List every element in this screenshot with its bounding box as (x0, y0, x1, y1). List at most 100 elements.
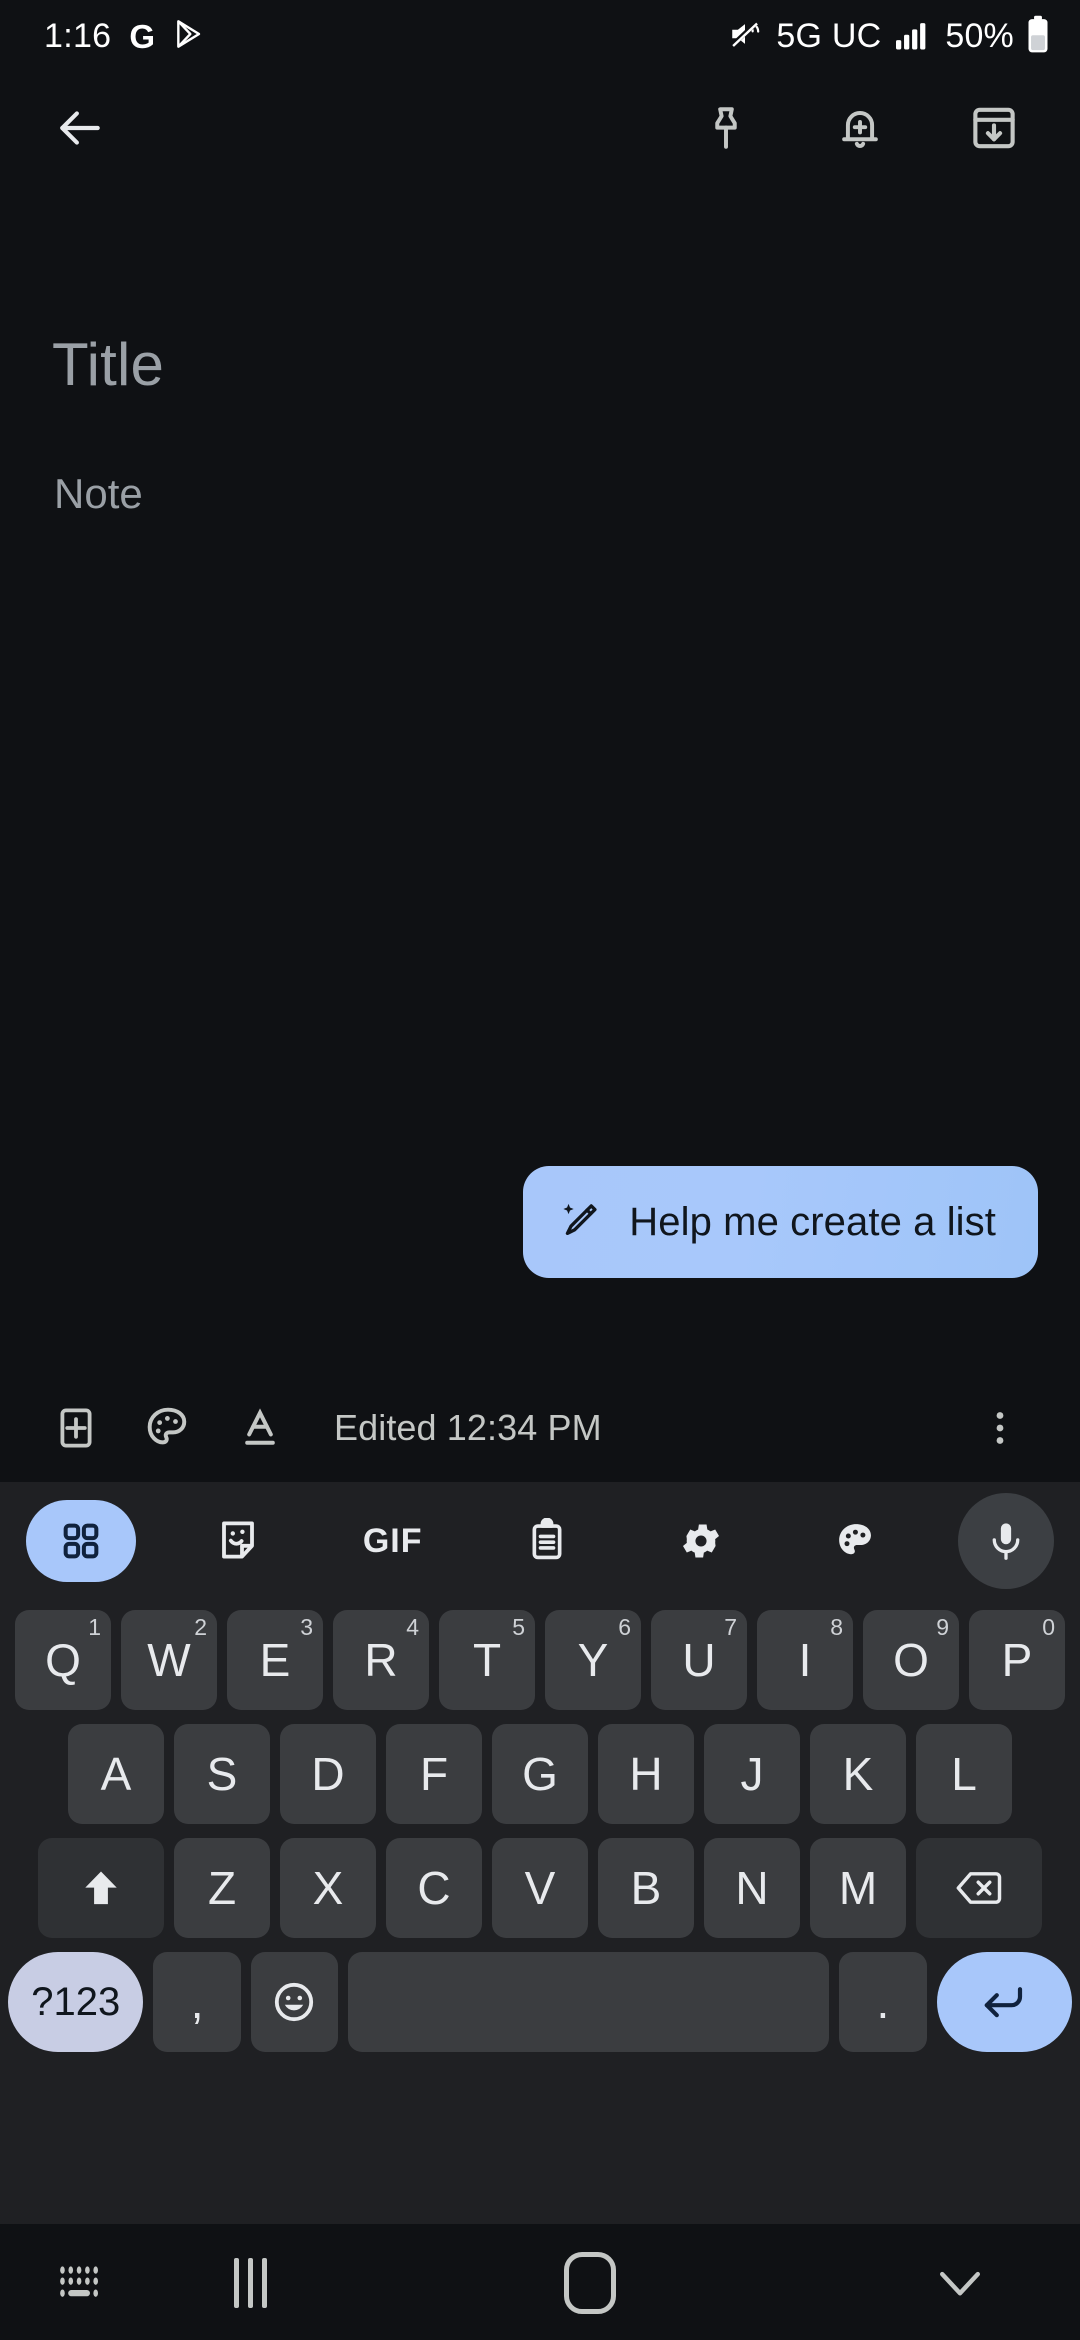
key-s[interactable]: S (174, 1724, 270, 1824)
phone-screen: 1:16 G 5G UC 50% Title Note Help me crea… (0, 0, 1080, 2340)
more-options-button[interactable] (954, 1382, 1046, 1474)
key-m[interactable]: M (810, 1838, 906, 1938)
note-body-input[interactable]: Note (54, 470, 143, 518)
key-x[interactable]: X (280, 1838, 376, 1938)
ai-chip-label: Help me create a list (629, 1199, 996, 1244)
shift-key[interactable] (38, 1838, 164, 1938)
keyboard-toolbar: GIF (0, 1482, 1080, 1600)
keyboard-row-4: ?123 , . (8, 1952, 1073, 2052)
key-sup: 4 (406, 1614, 419, 1640)
key-n[interactable]: N (704, 1838, 800, 1938)
change-keyboard-button[interactable] (0, 2262, 160, 2304)
emoji-key[interactable] (250, 1952, 339, 2052)
status-bar: 1:16 G 5G UC 50% (0, 0, 1080, 72)
key-e[interactable]: 3E (227, 1610, 323, 1710)
system-nav-bar (0, 2226, 1080, 2340)
keyboard-tool-grid-apps[interactable] (26, 1500, 136, 1582)
edited-timestamp: Edited 12:34 PM (334, 1407, 602, 1448)
play-store-icon (173, 17, 205, 56)
help-me-create-a-list-chip[interactable]: Help me create a list (523, 1166, 1038, 1278)
comma-key[interactable]: , (153, 1952, 241, 2052)
more-vert-icon (996, 1412, 1004, 1444)
settings-gear-icon (683, 1524, 720, 1558)
symbols-key[interactable]: ?123 (8, 1952, 144, 2052)
key-sup: 1 (88, 1614, 101, 1640)
key-f[interactable]: F (386, 1724, 482, 1824)
key-l[interactable]: L (916, 1724, 1012, 1824)
key-r[interactable]: 4R (333, 1610, 429, 1710)
key-v[interactable]: V (492, 1838, 588, 1938)
note-bottom-toolbar: Edited 12:34 PM (0, 1378, 1080, 1478)
keyboard-row-1: 1Q 2W 3E 4R 5T 6Y 7U 8I 9O 0P (8, 1610, 1072, 1710)
key-sup: 6 (618, 1614, 631, 1640)
key-g[interactable]: G (492, 1724, 588, 1824)
key-y[interactable]: 6Y (545, 1610, 641, 1710)
key-j[interactable]: J (704, 1724, 800, 1824)
key-label: W (147, 1634, 191, 1686)
key-sup: 7 (724, 1614, 737, 1640)
enter-key[interactable] (936, 1952, 1073, 2052)
keyboard-tool-clipboard[interactable] (495, 1500, 599, 1582)
key-sup: 3 (300, 1614, 313, 1640)
key-p[interactable]: 0P (969, 1610, 1065, 1710)
emoji-smiley-icon (275, 1982, 314, 2022)
key-sup: 9 (936, 1614, 949, 1640)
formatting-options-button[interactable] (214, 1382, 306, 1474)
background-options-button[interactable] (122, 1382, 214, 1474)
note-app-bar (0, 75, 1080, 180)
home-icon (564, 2252, 616, 2314)
key-q[interactable]: 1Q (15, 1610, 111, 1710)
palette-icon (147, 1407, 187, 1445)
key-d[interactable]: D (280, 1724, 376, 1824)
keyboard-switch-icon (60, 2266, 98, 2297)
key-b[interactable]: B (598, 1838, 694, 1938)
backspace-key[interactable] (916, 1838, 1042, 1938)
clipboard-icon (532, 1518, 562, 1560)
hide-keyboard-chevron-icon (940, 2271, 980, 2296)
keyboard-tool-voice-input[interactable] (957, 1493, 1054, 1589)
keyboard-key-rows: 1Q 2W 3E 4R 5T 6Y 7U 8I 9O 0P A S D F G … (0, 1600, 1080, 2052)
key-w[interactable]: 2W (121, 1610, 217, 1710)
back-arrow-icon (60, 110, 100, 145)
archive-button[interactable] (952, 86, 1036, 170)
note-title-input[interactable]: Title (52, 330, 164, 399)
recents-icon (233, 2258, 267, 2308)
keyboard-tool-stickers[interactable] (186, 1500, 290, 1582)
hide-keyboard-button[interactable] (840, 2263, 1080, 2303)
key-label: Q (45, 1634, 81, 1686)
network-label: 5G UC (776, 16, 882, 55)
key-z[interactable]: Z (174, 1838, 270, 1938)
key-h[interactable]: H (598, 1724, 694, 1824)
sticker-icon (222, 1521, 255, 1559)
shift-up-arrow-icon (85, 1871, 117, 1905)
key-o[interactable]: 9O (863, 1610, 959, 1710)
home-button[interactable] (340, 2252, 840, 2314)
microphone-icon (992, 1523, 1020, 1560)
pin-button[interactable] (684, 86, 768, 170)
reminder-button[interactable] (818, 86, 902, 170)
key-k[interactable]: K (810, 1724, 906, 1824)
period-key[interactable]: . (839, 1952, 927, 2052)
key-u[interactable]: 7U (651, 1610, 747, 1710)
keyboard-tool-gif[interactable]: GIF (341, 1500, 445, 1582)
key-sup: 8 (830, 1614, 843, 1640)
back-button[interactable] (0, 103, 160, 153)
key-label: O (893, 1634, 929, 1686)
key-label: P (1001, 1634, 1033, 1686)
key-c[interactable]: C (386, 1838, 482, 1938)
keyboard-tool-themes[interactable] (804, 1500, 908, 1582)
pin-icon (715, 106, 737, 149)
key-i[interactable]: 8I (757, 1610, 853, 1710)
add-box-button[interactable] (30, 1382, 122, 1474)
recent-apps-button[interactable] (160, 2258, 340, 2308)
text-format-icon (245, 1408, 275, 1445)
key-sup: 5 (512, 1614, 525, 1640)
space-key[interactable] (348, 1952, 830, 2052)
status-time: 1:16 (44, 16, 112, 55)
key-a[interactable]: A (68, 1724, 164, 1824)
reminder-bell-icon (842, 110, 878, 148)
battery-percent-label: 50% (945, 16, 1014, 55)
status-bar-right: 5G UC 50% (726, 15, 1050, 58)
key-t[interactable]: 5T (439, 1610, 535, 1710)
keyboard-tool-settings[interactable] (649, 1500, 753, 1582)
